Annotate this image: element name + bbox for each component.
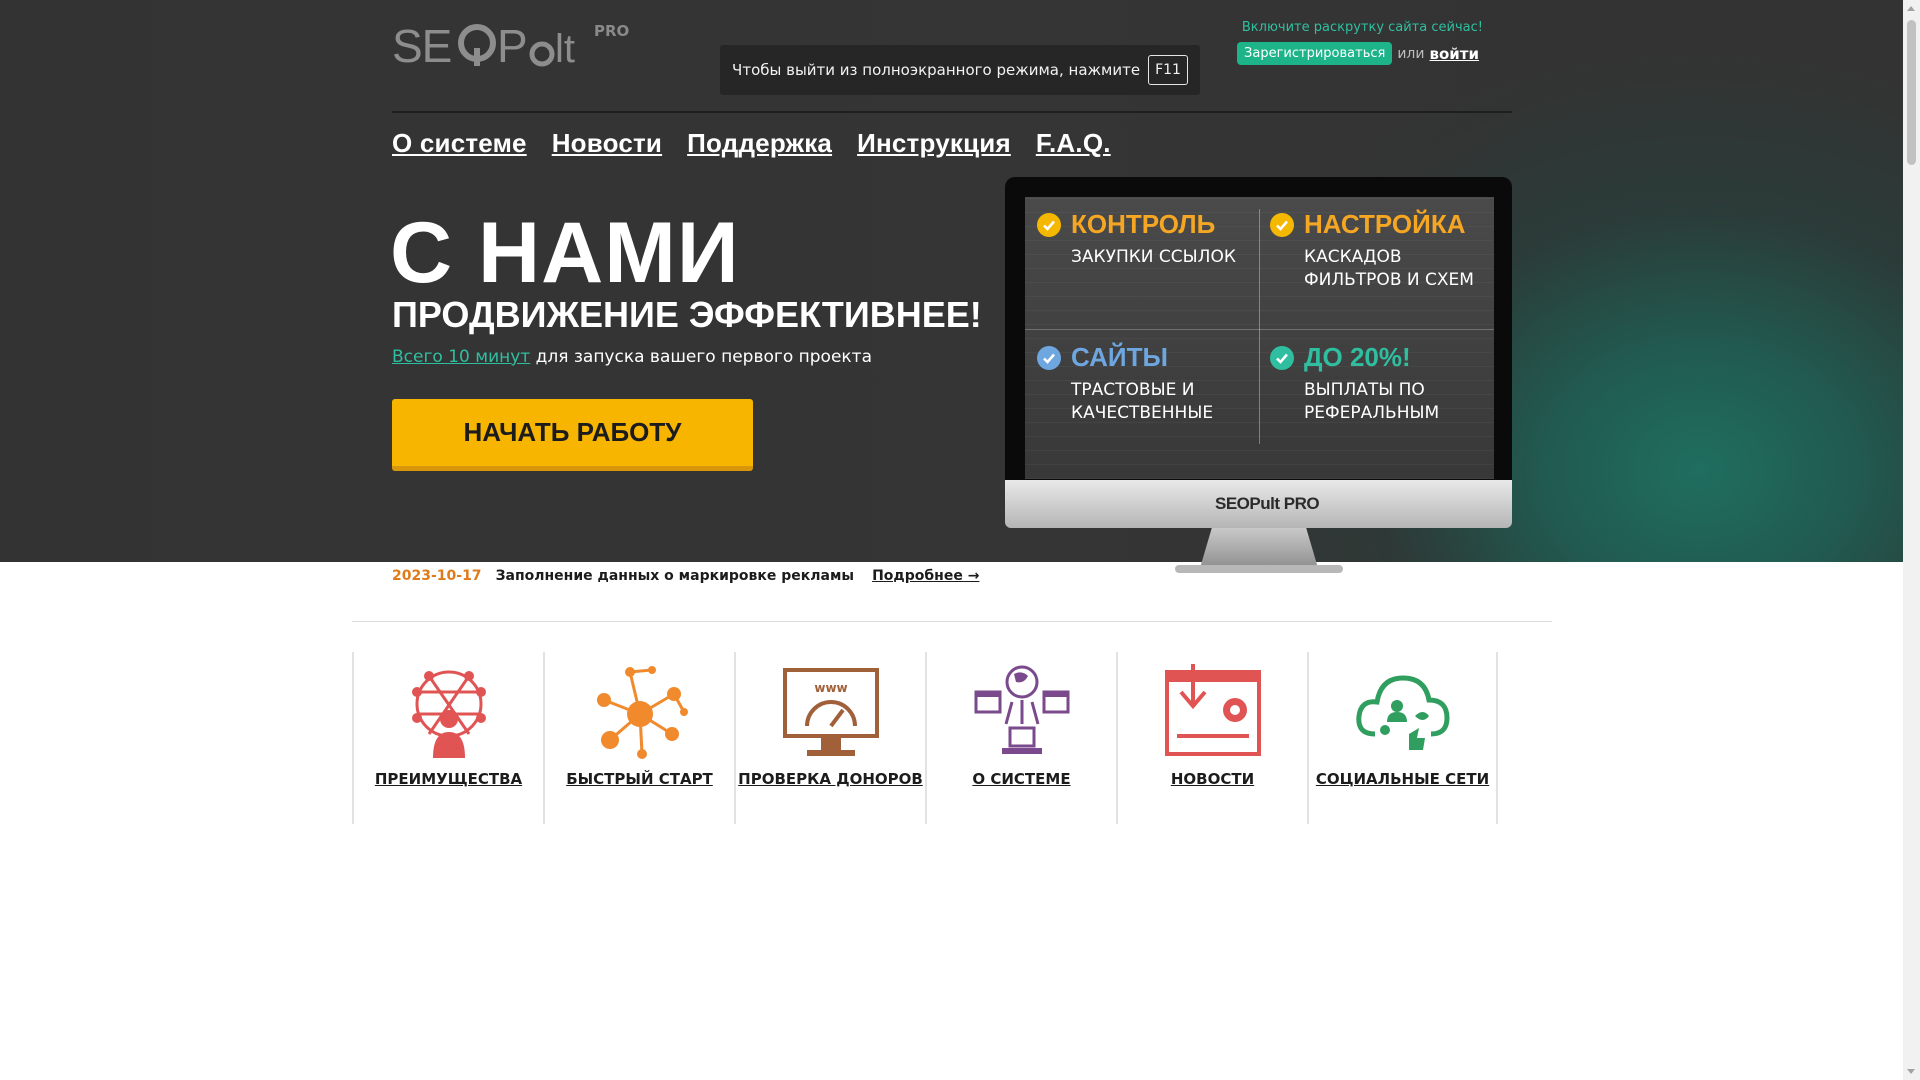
screen-divider-vertical bbox=[1259, 209, 1260, 444]
fullscreen-key: F11 bbox=[1148, 55, 1188, 85]
logo-badge: PRO bbox=[594, 22, 630, 40]
feature-text: ЗАКУПКИ ССЫЛОК bbox=[1071, 247, 1236, 267]
feature-title: ДО 20%! bbox=[1304, 342, 1411, 372]
network-person-icon bbox=[411, 670, 486, 758]
scroll-up-arrow-icon[interactable] bbox=[1907, 6, 1915, 11]
svg-text:lt: lt bbox=[555, 27, 575, 70]
screen-divider-horizontal bbox=[1025, 329, 1494, 330]
hero-title: С НАМИ bbox=[390, 205, 740, 301]
feature-title: КОНТРОЛЬ bbox=[1071, 209, 1216, 239]
nav-item-news[interactable]: Новости bbox=[552, 128, 662, 159]
tile-advantages[interactable]: ПРЕИМУЩЕСТВА bbox=[352, 652, 543, 824]
news-divider bbox=[352, 621, 1552, 622]
scroll-down-arrow-icon[interactable] bbox=[1907, 1069, 1915, 1074]
monitor-chin: SEOPult PRO bbox=[1005, 480, 1512, 528]
main-nav: О системе Новости Поддержка Инструкция F… bbox=[392, 128, 1111, 159]
news-more-link[interactable]: Подробнее → bbox=[872, 568, 979, 584]
svg-text:SE: SE bbox=[392, 20, 451, 70]
globe-network-icon bbox=[974, 665, 1069, 754]
start-work-button[interactable]: НАЧАТЬ РАБОТУ bbox=[392, 399, 753, 471]
nav-item-about[interactable]: О системе bbox=[392, 128, 527, 159]
hero-lead: Всего 10 минут для запуска вашего первог… bbox=[392, 347, 872, 367]
monitor-brand: SEOPult PRO bbox=[1215, 494, 1320, 513]
hero-lead-link[interactable]: Всего 10 минут bbox=[392, 347, 530, 367]
hero-lead-text: для запуска вашего первого проекта bbox=[530, 347, 872, 367]
check-icon bbox=[1037, 345, 1061, 370]
feature-text: ТРАСТОВЫЕ И КАЧЕСТВЕННЫЕ bbox=[1071, 380, 1214, 423]
feature-tiles: ПРЕИМУЩЕСТВА БЫСТРЫЙ СТАРТ www ПРОВЕРКА … bbox=[352, 652, 1498, 824]
feature-text: ВЫПЛАТЫ ПО РЕФЕРАЛЬНЫМ bbox=[1304, 380, 1440, 423]
tile-label[interactable]: БЫСТРЫЙ СТАРТ bbox=[545, 770, 734, 788]
auth-or-text: или bbox=[1397, 45, 1425, 62]
news-title: Заполнение данных о маркировке рекламы bbox=[495, 568, 855, 584]
feature-sites: САЙТЫ ТРАСТОВЫЕ И КАЧЕСТВЕННЫЕ bbox=[1037, 342, 1252, 425]
feature-title: НАСТРОЙКА bbox=[1304, 209, 1466, 239]
page: SE P lt PRO Чтобы выйти из полноэкранног… bbox=[0, 0, 1920, 1080]
tile-news[interactable]: НОВОСТИ bbox=[1116, 652, 1307, 824]
tile-label[interactable]: О СИСТЕМЕ bbox=[927, 770, 1116, 788]
tile-label[interactable]: НОВОСТИ bbox=[1118, 770, 1307, 788]
monitor-illustration: КОНТРОЛЬ ЗАКУПКИ ССЫЛОК НАСТРОЙКА КАСКАД… bbox=[1005, 177, 1512, 587]
feature-referral: ДО 20%! ВЫПЛАТЫ ПО РЕФЕРАЛЬНЫМ bbox=[1270, 342, 1485, 425]
monitor-screen: КОНТРОЛЬ ЗАКУПКИ ССЫЛОК НАСТРОЙКА КАСКАД… bbox=[1025, 197, 1494, 479]
tile-label[interactable]: ПРОВЕРКА ДОНОРОВ bbox=[736, 770, 925, 788]
news-date: 2023-10-17 bbox=[392, 568, 482, 584]
tile-donor-check[interactable]: www ПРОВЕРКА ДОНОРОВ bbox=[734, 652, 925, 824]
feature-title: САЙТЫ bbox=[1071, 342, 1168, 372]
promo-text: Включите раскрутку сайта сейчас! bbox=[1241, 20, 1483, 35]
feature-control: КОНТРОЛЬ ЗАКУПКИ ССЫЛОК bbox=[1037, 209, 1252, 269]
fullscreen-notice: Чтобы выйти из полноэкранного режима, на… bbox=[720, 45, 1200, 95]
vertical-scrollbar[interactable] bbox=[1903, 0, 1920, 1080]
check-icon bbox=[1270, 212, 1294, 237]
hero-section: SE P lt PRO Чтобы выйти из полноэкранног… bbox=[0, 0, 1903, 573]
nav-item-support[interactable]: Поддержка bbox=[687, 128, 832, 159]
login-link[interactable]: войти bbox=[1429, 45, 1479, 63]
molecule-icon bbox=[596, 666, 688, 759]
social-cloud-icon bbox=[1355, 675, 1450, 750]
news-strip: 2023-10-17 Заполнение данных о маркировк… bbox=[392, 568, 979, 584]
fullscreen-notice-text: Чтобы выйти из полноэкранного режима, на… bbox=[732, 61, 1141, 79]
auth-links: Зарегистрироваться или войти bbox=[1237, 42, 1479, 65]
nav-item-faq[interactable]: F.A.Q. bbox=[1036, 128, 1111, 159]
feature-settings: НАСТРОЙКА КАСКАДОВ ФИЛЬТРОВ И СХЕМ bbox=[1270, 209, 1485, 292]
nav-item-instructions[interactable]: Инструкция bbox=[857, 128, 1011, 159]
header-divider bbox=[392, 111, 1512, 113]
tile-quick-start[interactable]: БЫСТРЫЙ СТАРТ bbox=[543, 652, 734, 824]
tile-social-networks[interactable]: СОЦИАЛЬНЫЕ СЕТИ bbox=[1307, 652, 1498, 824]
news-window-icon bbox=[1164, 664, 1261, 756]
monitor-stand bbox=[1200, 528, 1318, 568]
feature-text: КАСКАДОВ ФИЛЬТРОВ И СХЕМ bbox=[1304, 247, 1474, 290]
svg-text:www: www bbox=[814, 681, 847, 695]
svg-text:P: P bbox=[497, 20, 528, 70]
check-icon bbox=[1270, 345, 1294, 370]
tile-label[interactable]: ПРЕИМУЩЕСТВА bbox=[354, 770, 543, 788]
scrollbar-thumb[interactable] bbox=[1907, 20, 1916, 165]
check-icon bbox=[1037, 212, 1061, 237]
monitor-gauge-icon: www bbox=[782, 668, 879, 756]
tile-about-system[interactable]: О СИСТЕМЕ bbox=[925, 652, 1116, 824]
monitor-base bbox=[1175, 565, 1343, 573]
tile-label[interactable]: СОЦИАЛЬНЫЕ СЕТИ bbox=[1309, 770, 1496, 788]
hero-subtitle: ПРОДВИЖЕНИЕ ЭФФЕКТИВНЕЕ! bbox=[392, 294, 982, 335]
register-button[interactable]: Зарегистрироваться bbox=[1237, 42, 1393, 65]
